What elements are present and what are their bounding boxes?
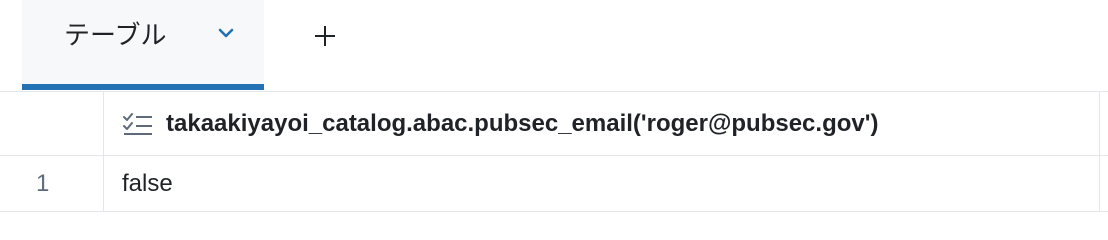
column-header-label: takaakiyayoi_catalog.abac.pubsec_email('… [166,110,879,137]
results-table: takaakiyayoi_catalog.abac.pubsec_email('… [0,92,1108,214]
plus-icon [315,26,335,46]
table-cell[interactable]: false [104,156,1100,211]
boolean-list-icon [123,113,152,135]
row-number-header [0,92,104,155]
active-tab-indicator [22,84,264,90]
tab-table-label: テーブル [64,20,167,50]
row-number: 1 [36,170,50,197]
chevron-down-icon[interactable] [216,26,236,42]
tab-table[interactable]: テーブル [22,0,264,90]
table-header-row: takaakiyayoi_catalog.abac.pubsec_email('… [0,92,1108,156]
cell-value: false [122,170,173,197]
results-tab-bar: テーブル [0,0,1108,90]
add-tab-button[interactable] [306,18,344,54]
table-row: 1 false [0,156,1108,212]
row-number-cell: 1 [0,156,104,211]
column-header[interactable]: takaakiyayoi_catalog.abac.pubsec_email('… [104,92,1100,156]
